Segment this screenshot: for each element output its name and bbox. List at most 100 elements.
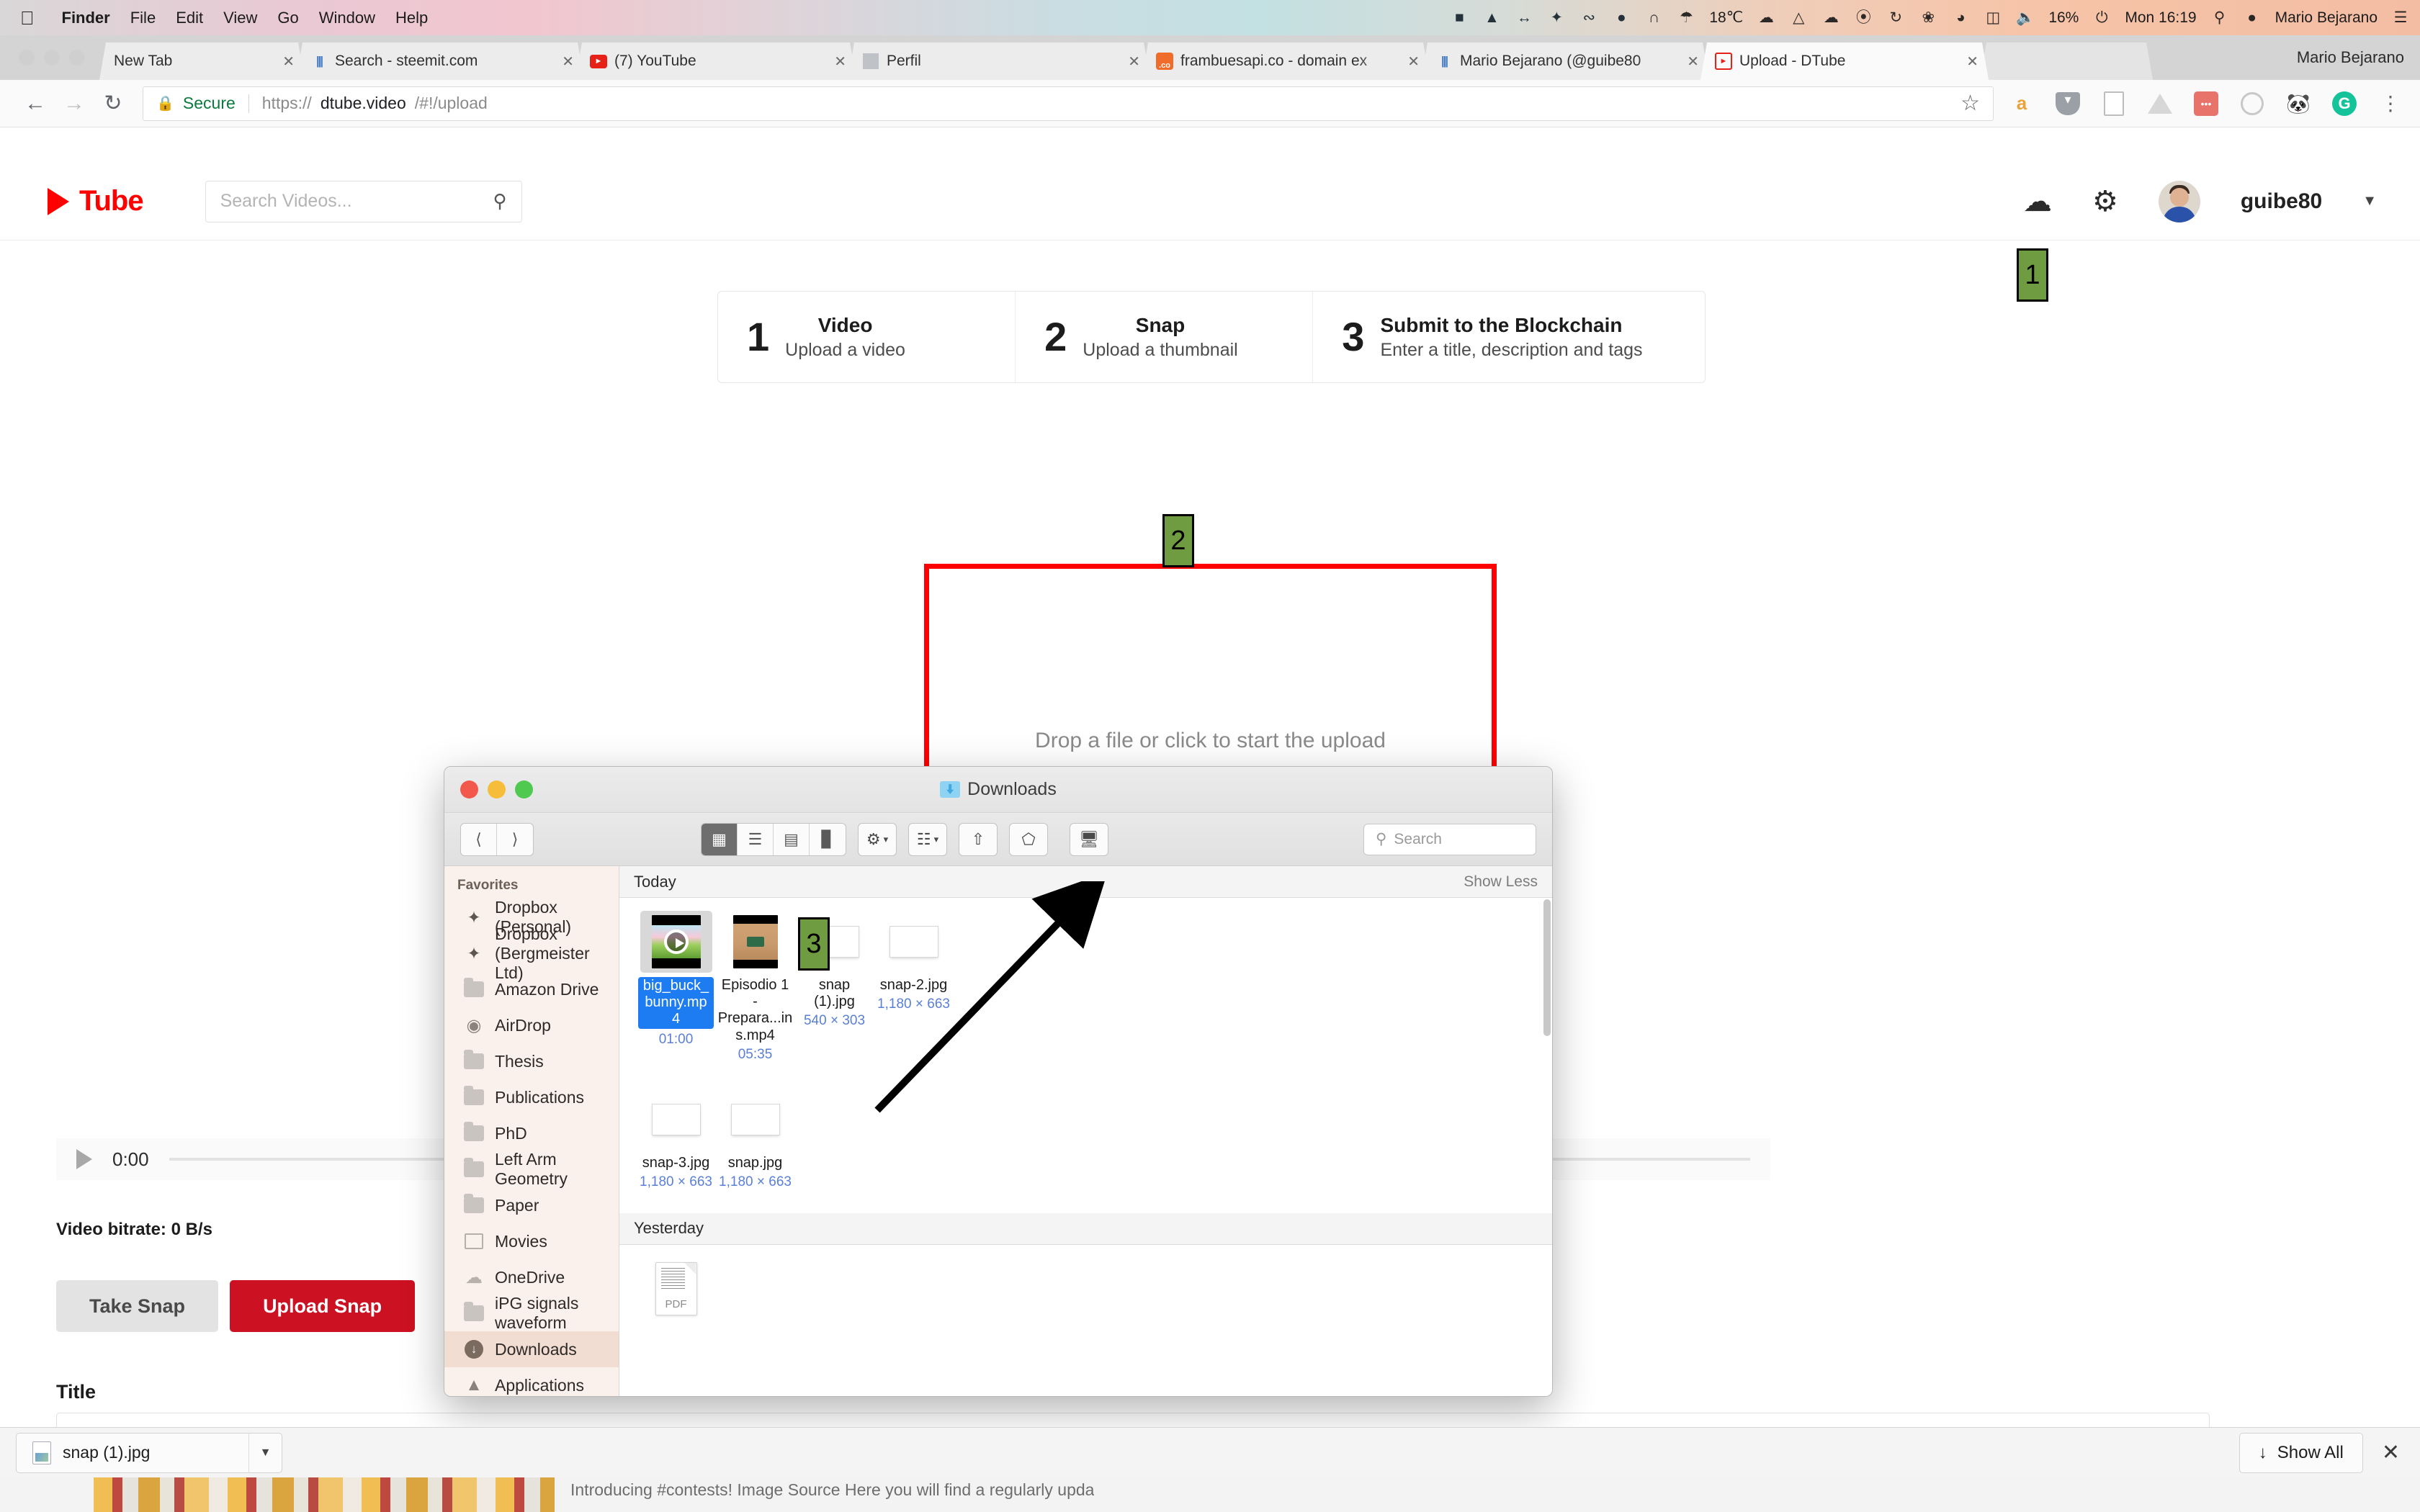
search-input[interactable]	[220, 191, 472, 212]
finder-title-bar[interactable]: Downloads	[444, 767, 1552, 813]
cloud-up-icon[interactable]: ▲	[1482, 10, 1501, 25]
cloud2-icon[interactable]: ☁	[1821, 10, 1840, 25]
menu-file[interactable]: File	[130, 9, 156, 27]
column-view-icon[interactable]: ▤	[774, 823, 810, 855]
window-traffic-lights[interactable]	[7, 35, 99, 80]
volume-icon[interactable]: 🔈	[2016, 10, 2035, 25]
dtube-logo[interactable]: Tube	[48, 185, 144, 217]
show-less-button[interactable]: Show Less	[1464, 873, 1538, 891]
siri-icon[interactable]: ●	[2243, 10, 2262, 25]
tab-mario-bejarano-steemit[interactable]: ||| Mario Bejarano (@guibe80 ✕	[1421, 42, 1709, 80]
tag-icon[interactable]: ⬠	[1009, 822, 1048, 856]
tab-perfil[interactable]: Perfil ✕	[848, 42, 1150, 80]
star-icon[interactable]: ☆	[1960, 91, 1980, 116]
upload-snap-button[interactable]: Upload Snap	[230, 1280, 416, 1332]
chevron-down-icon[interactable]: ▼	[2362, 193, 2377, 210]
pocket-icon[interactable]: ▾	[2054, 90, 2081, 117]
file-item[interactable]: Episodio 1 - Prepara...ins.mp4 05:35	[717, 911, 793, 1063]
sidebar-item-left-arm-geometry[interactable]: Left Arm Geometry	[444, 1150, 619, 1188]
close-icon[interactable]: ✕	[1407, 53, 1420, 71]
airdrop-share-icon[interactable]: 🖥	[1070, 822, 1108, 856]
file-item[interactable]: PDF	[638, 1258, 714, 1320]
panda-icon[interactable]: 🐼	[2285, 90, 2312, 117]
sidebar-item-ipg-signals-waveform[interactable]: iPG signals waveform	[444, 1294, 619, 1332]
apple-menu-icon[interactable]: 	[10, 9, 42, 27]
file-item[interactable]: snap-3.jpg 1,180 × 663	[638, 1089, 714, 1190]
download-item[interactable]: snap (1).jpg ▼	[16, 1432, 282, 1473]
red-badge-icon[interactable]: •••	[2192, 90, 2220, 117]
chevron-down-icon[interactable]: ▼	[248, 1432, 282, 1473]
sidebar-item-applications[interactable]: ▲ Applications	[444, 1367, 619, 1396]
weather-rain-icon[interactable]: ☂	[1677, 10, 1695, 25]
new-tab-button[interactable]	[1980, 42, 2153, 80]
chevron-right-icon[interactable]: ⟩	[497, 824, 533, 855]
battery-charging-icon[interactable]: ⏻	[2092, 10, 2111, 25]
share-icon[interactable]: ⇧	[959, 822, 998, 856]
shield-icon[interactable]: ●	[1612, 10, 1631, 25]
kebab-menu-icon[interactable]: ⋮	[2377, 90, 2404, 117]
wifi-icon[interactable]: ◕	[1951, 10, 1970, 25]
forward-arrow-icon[interactable]: →	[55, 84, 94, 123]
close-icon[interactable]: ✕	[834, 53, 846, 71]
play-icon[interactable]	[76, 1149, 92, 1169]
avatar[interactable]	[2158, 180, 2200, 222]
file-item[interactable]: snap-2.jpg 1,180 × 663	[876, 911, 951, 1063]
at-icon[interactable]: ∾	[1579, 10, 1598, 25]
dropbox-icon[interactable]: ✦	[1547, 10, 1566, 25]
sidebar-item-dropbox-bergmeister[interactable]: ✦ Dropbox (Bergmeister Ltd)	[444, 924, 619, 982]
menu-view[interactable]: View	[223, 9, 257, 27]
tab-search-steemit[interactable]: ||| Search - steemit.com ✕	[296, 42, 584, 80]
menu-edit[interactable]: Edit	[176, 9, 203, 27]
file-item[interactable]: big_buck_bunny.mp4 01:00	[638, 911, 714, 1063]
search-icon[interactable]: ⚲	[493, 190, 507, 212]
menu-finder[interactable]: Finder	[62, 9, 110, 27]
tab-new-tab[interactable]: New Tab ✕	[99, 42, 305, 80]
timemachine-icon[interactable]: ↻	[1886, 10, 1905, 25]
sidebar-item-phd[interactable]: PhD	[444, 1115, 619, 1151]
finder-scrollbar-thumb[interactable]	[1543, 899, 1551, 1036]
chevron-left-icon[interactable]: ⟨	[461, 823, 497, 855]
menubar-user-label[interactable]: Mario Bejarano	[2275, 9, 2378, 27]
gallery-view-icon[interactable]: ▊	[810, 824, 846, 855]
take-snap-button[interactable]: Take Snap	[56, 1280, 219, 1332]
address-bar[interactable]: 🔒 Secure https:// dtube.video /#!/upload ☆	[143, 86, 1994, 121]
list-view-icon[interactable]: ☰	[738, 823, 774, 855]
close-icon[interactable]: ✕	[1687, 53, 1699, 71]
dtube-username[interactable]: guibe80	[2241, 189, 2322, 214]
amazon-icon[interactable]: a	[2008, 90, 2035, 117]
menu-go[interactable]: Go	[277, 9, 298, 27]
arrange-icon[interactable]: ☷ ▾	[908, 822, 947, 856]
file-thumbnail[interactable]: PDF	[640, 1258, 712, 1320]
maximize-window-button[interactable]	[69, 50, 85, 66]
bluetooth-icon[interactable]: ❀	[1919, 10, 1937, 25]
document-icon[interactable]	[2100, 90, 2128, 117]
google-drive-icon[interactable]	[2146, 90, 2174, 117]
menu-window[interactable]: Window	[319, 9, 375, 27]
clock-label[interactable]: Mon 16:19	[2125, 9, 2196, 27]
sidebar-item-paper[interactable]: Paper	[444, 1187, 619, 1223]
action-gear-icon[interactable]: ⚙ ▾	[858, 822, 897, 856]
triangle-icon[interactable]: △	[1789, 10, 1808, 25]
flame-icon[interactable]: ⦿	[1854, 10, 1873, 25]
close-icon[interactable]: ✕	[1128, 53, 1140, 71]
minimize-window-button[interactable]	[44, 50, 60, 66]
icon-view-icon[interactable]: ▦	[702, 823, 738, 855]
close-window-button[interactable]	[19, 50, 35, 66]
sidebar-item-onedrive[interactable]: ☁ OneDrive	[444, 1259, 619, 1295]
close-icon[interactable]: ✕	[1966, 53, 1978, 71]
menu-help[interactable]: Help	[395, 9, 428, 27]
search-videos-input[interactable]: ⚲	[205, 180, 522, 222]
show-all-downloads-button[interactable]: ↓ Show All	[2238, 1432, 2363, 1473]
gears-icon[interactable]: ⚙	[2092, 187, 2118, 216]
cloud-upload-icon[interactable]: ☁	[2023, 187, 2052, 216]
file-thumbnail[interactable]	[878, 911, 950, 973]
tab-youtube[interactable]: ► (7) YouTube ✕	[575, 42, 856, 80]
keyboard-icon[interactable]: ■	[1450, 10, 1469, 25]
notification-center-icon[interactable]: ☰	[2391, 10, 2410, 25]
speedometer-icon[interactable]	[2238, 90, 2266, 117]
batterycase-icon[interactable]: ◫	[1984, 10, 2002, 25]
finder-scrollbar[interactable]	[1543, 899, 1551, 1115]
sidebar-item-downloads[interactable]: ↓ Downloads	[444, 1331, 619, 1367]
finder-search-input[interactable]: ⚲ Search	[1363, 823, 1536, 855]
finder-window[interactable]: Downloads ⟨ ⟩ ▦ ☰ ▤ ▊ ⚙ ▾ ☷ ▾ ⇧ ⬠ 🖥 ⚲ Se…	[444, 766, 1553, 1397]
